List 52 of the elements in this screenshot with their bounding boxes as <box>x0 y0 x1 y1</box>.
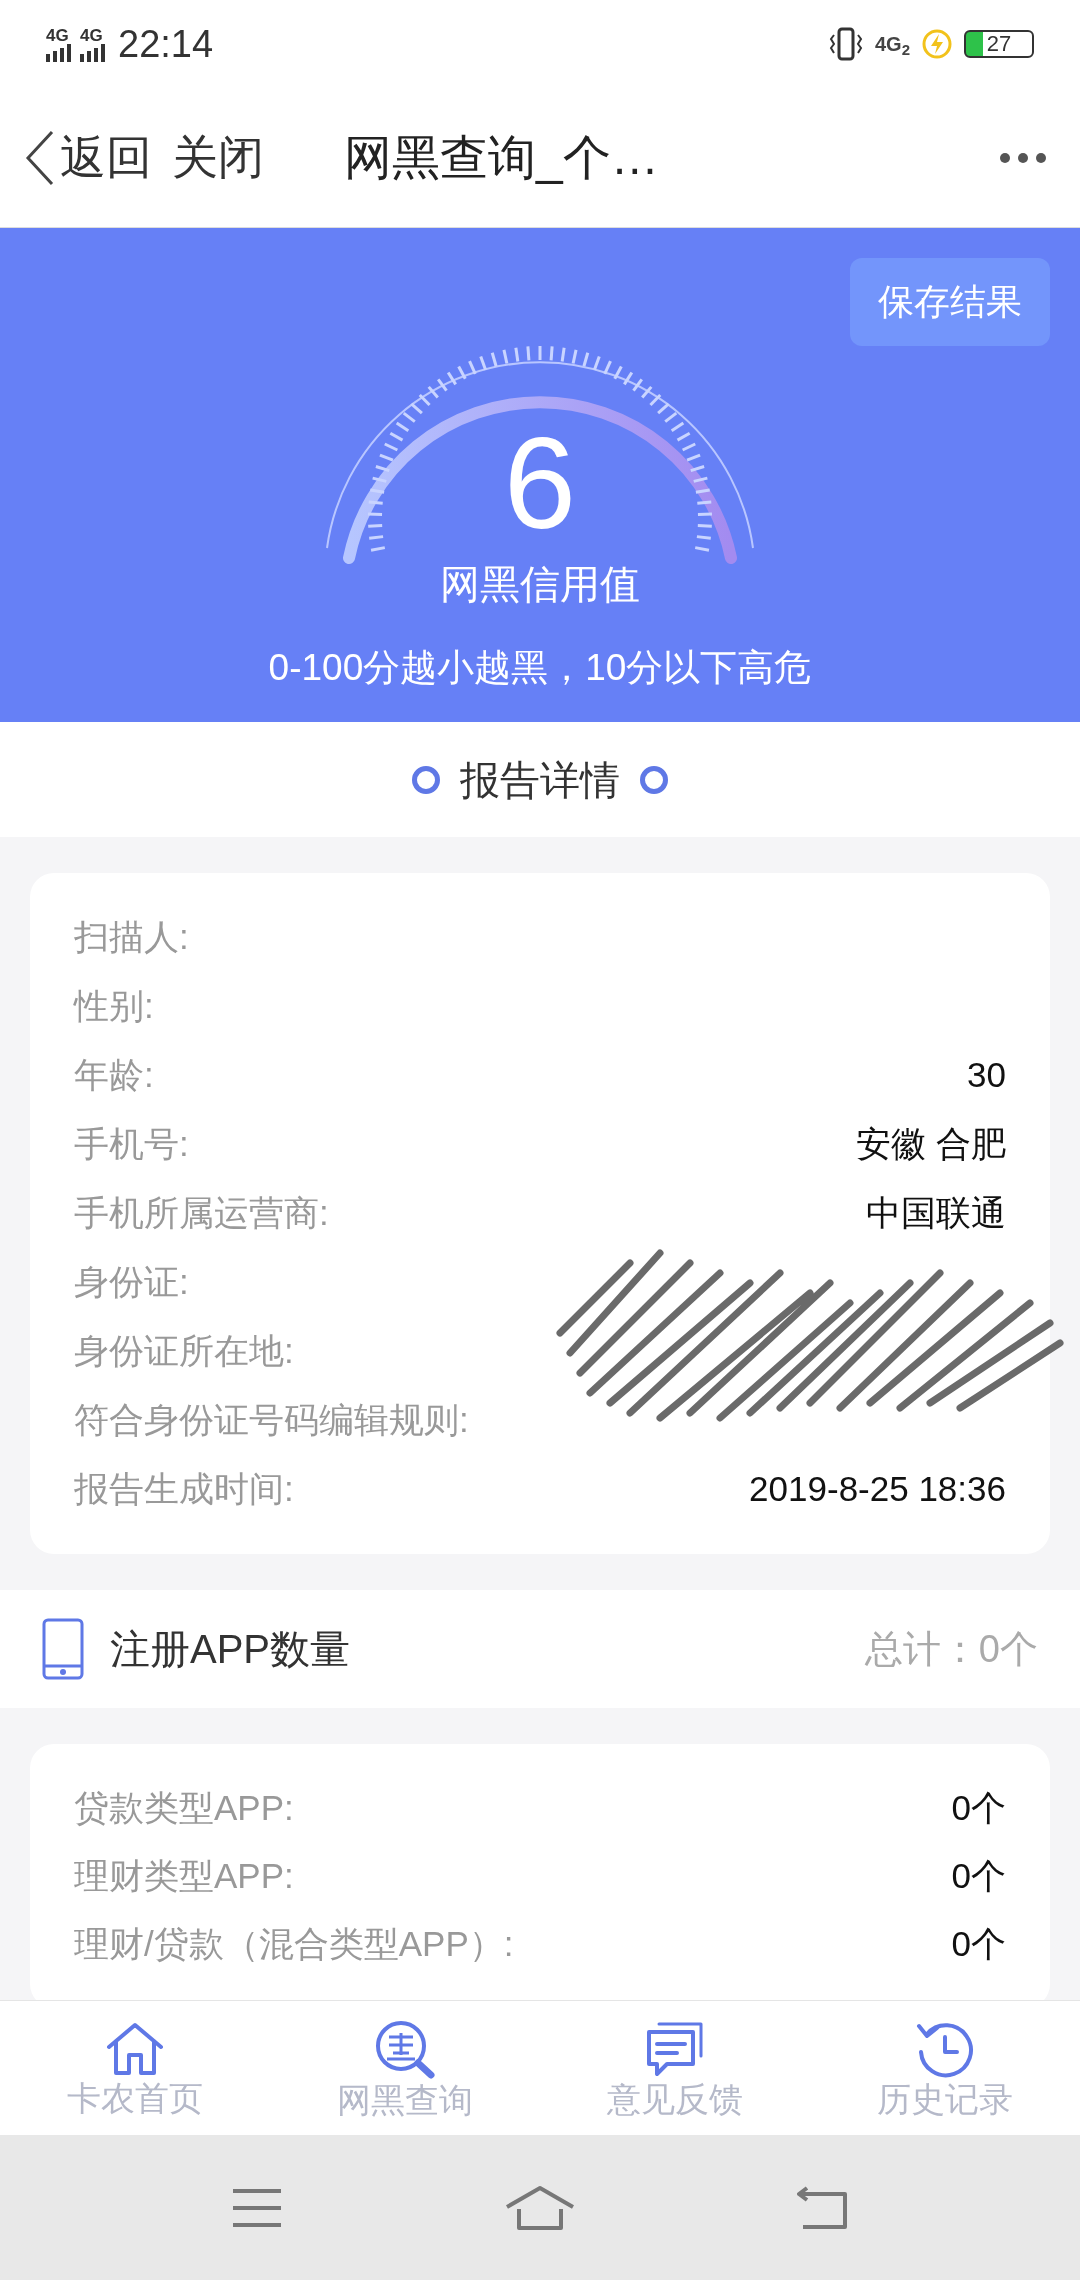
ring-icon <box>412 765 440 794</box>
tab-bar-item[interactable]: 卡农首页 <box>0 2001 270 2135</box>
field-value: 0个 <box>951 1854 1006 1897</box>
tab-bar-item[interactable]: 意见反馈 <box>540 2001 810 2135</box>
phone-icon <box>42 1618 84 1680</box>
home-icon[interactable] <box>505 2184 575 2231</box>
field-value: 30 <box>967 1054 1006 1097</box>
magnifier-icon <box>373 2019 437 2079</box>
chat-icon <box>645 2020 705 2078</box>
network-type: 4G <box>46 26 69 44</box>
field-value: 中国联通 <box>866 1192 1006 1235</box>
vibrate-icon <box>828 27 863 61</box>
field-label: 理财/贷款（混合类型APP）: <box>74 1922 514 1965</box>
history-icon <box>915 2020 975 2078</box>
total-count: 总计：0个 <box>864 1626 1038 1672</box>
score-label: 网黑信用值 <box>440 561 640 608</box>
field-value: 2019-8-25 18:36 <box>749 1468 1006 1511</box>
battery-level: 27 <box>986 33 1012 55</box>
close-button[interactable]: 关闭 <box>172 123 264 192</box>
field-label: 贷款类型APP: <box>74 1786 294 1829</box>
field-label: 手机所属运营商: <box>74 1192 329 1235</box>
field-value: 0个 <box>951 1922 1006 1965</box>
field-label: 年龄: <box>74 1054 154 1097</box>
signal-icon <box>46 43 74 62</box>
field-label: 手机号: <box>74 1123 189 1166</box>
clock-time: 22:14 <box>118 21 214 67</box>
menu-icon[interactable] <box>231 2187 283 2228</box>
tab-bar-item[interactable]: 网黑查询 <box>270 2001 540 2135</box>
field-label: 性别: <box>74 985 154 1028</box>
tab-bar-item[interactable]: 历史记录 <box>810 2001 1080 2135</box>
back-button[interactable]: 返回 <box>22 123 152 192</box>
field-label: 报告生成时间: <box>74 1468 294 1511</box>
score-value: 6 <box>503 418 577 548</box>
ring-icon <box>640 765 668 794</box>
save-button[interactable]: 保存结果 <box>850 258 1050 346</box>
section-heading: 注册APP数量 <box>110 1626 351 1673</box>
field-value: 0个 <box>951 1786 1006 1829</box>
field-label: 扫描人: <box>74 916 189 959</box>
home-icon <box>105 2021 165 2077</box>
field-label: 理财类型APP: <box>74 1854 294 1897</box>
score-note: 0-100分越小越黑，10分以下高危 <box>268 646 812 690</box>
back-icon[interactable] <box>797 2185 849 2230</box>
network-type: 4G$_{2}$ <box>874 32 910 59</box>
signal-icon <box>80 43 108 62</box>
page-title: 网黑查询_个… <box>344 129 659 186</box>
charging-icon <box>922 29 952 59</box>
network-type: 4G <box>80 26 103 44</box>
section-heading: 报告详情 <box>460 756 620 804</box>
field-label: 符合身份证号码编辑规则: <box>74 1399 469 1442</box>
field-label: 身份证所在地: <box>74 1330 294 1373</box>
field-label: 身份证: <box>74 1261 189 1304</box>
field-value: 安徽 合肥 <box>856 1123 1006 1166</box>
